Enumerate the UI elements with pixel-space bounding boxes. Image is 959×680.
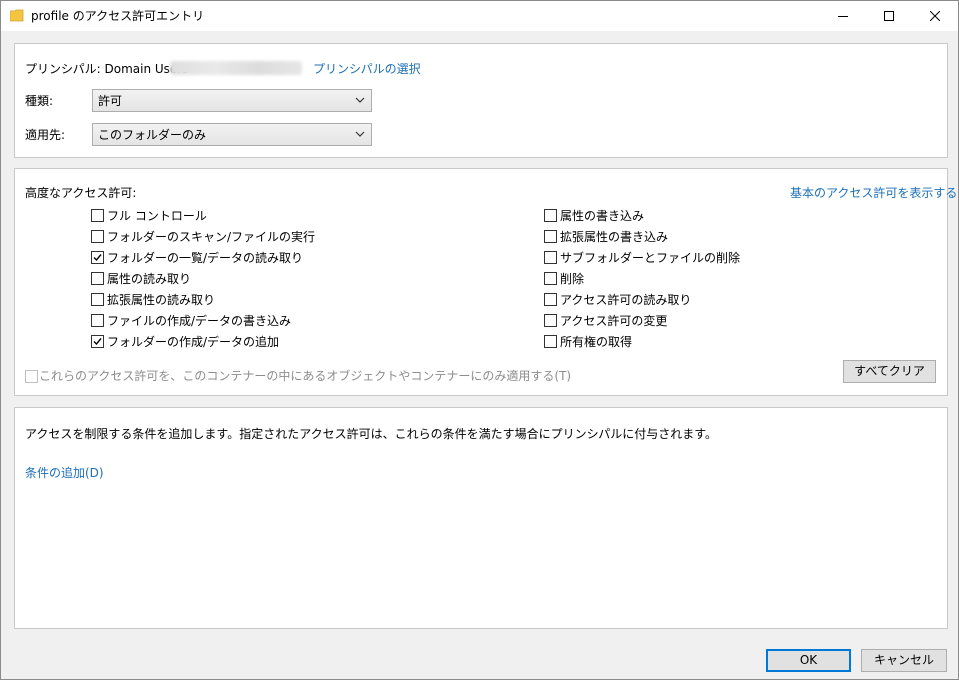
checkmark-icon bbox=[93, 254, 102, 262]
principal-panel: プリンシパル: Domain Users プリンシパルの選択 種類: 許可 適用… bbox=[14, 43, 948, 158]
permission-left-checkbox[interactable] bbox=[91, 230, 104, 243]
permission-left-label: 属性の読み取り bbox=[107, 272, 192, 286]
clear-all-button[interactable]: すべてクリア bbox=[843, 360, 936, 383]
permission-right-label: 属性の書き込み bbox=[560, 209, 645, 223]
applies-to-value: このフォルダーのみ bbox=[98, 128, 207, 142]
permission-left-checkbox[interactable] bbox=[91, 314, 104, 327]
permission-right-checkbox[interactable] bbox=[544, 335, 557, 348]
window-title: profile のアクセス許可エントリ bbox=[31, 9, 205, 23]
chevron-down-icon bbox=[355, 131, 365, 137]
permission-left-checkbox[interactable] bbox=[91, 335, 104, 348]
maximize-button[interactable] bbox=[866, 1, 912, 31]
permission-left-label: フォルダーの一覧/データの読み取り bbox=[107, 251, 304, 265]
conditions-description: アクセスを制限する条件を追加します。指定されたアクセス許可は、これらの条件を満た… bbox=[25, 427, 718, 441]
permission-left-label: ファイルの作成/データの書き込み bbox=[107, 314, 292, 328]
permission-entry-dialog: profile のアクセス許可エントリ プリンシパル: Domain Users… bbox=[0, 0, 959, 680]
permission-left-checkbox[interactable] bbox=[91, 209, 104, 222]
permission-left-checkbox[interactable] bbox=[91, 293, 104, 306]
minimize-icon bbox=[838, 16, 848, 17]
permission-right-checkbox[interactable] bbox=[544, 272, 557, 285]
permission-right-label: 削除 bbox=[560, 272, 585, 286]
type-label: 種類: bbox=[25, 94, 54, 108]
advanced-permissions-panel: 高度なアクセス許可: 基本のアクセス許可を表示する フル コントロールフォルダー… bbox=[14, 168, 957, 396]
checkmark-icon bbox=[93, 338, 102, 346]
add-condition-link[interactable]: 条件の追加(D) bbox=[25, 465, 104, 481]
applies-to-dropdown[interactable]: このフォルダーのみ bbox=[92, 123, 372, 146]
title-bar: profile のアクセス許可エントリ bbox=[1, 1, 958, 31]
minimize-button[interactable] bbox=[820, 1, 866, 31]
cancel-button[interactable]: キャンセル bbox=[861, 649, 947, 672]
ok-button[interactable]: OK bbox=[766, 649, 851, 672]
permission-right-label: アクセス許可の変更 bbox=[560, 314, 668, 328]
permission-right-checkbox[interactable] bbox=[544, 209, 557, 222]
permission-left-label: フォルダーのスキャン/ファイルの実行 bbox=[107, 230, 316, 244]
principal-label: プリンシパル: Domain Users bbox=[25, 62, 189, 76]
permission-right-checkbox[interactable] bbox=[544, 293, 557, 306]
permission-right-label: 所有権の取得 bbox=[560, 335, 633, 349]
close-icon bbox=[930, 11, 940, 21]
permission-right-checkbox[interactable] bbox=[544, 314, 557, 327]
maximize-icon bbox=[884, 11, 894, 21]
apply-only-checkbox[interactable] bbox=[25, 370, 38, 383]
apply-only-label: これらのアクセス許可を、このコンテナーの中にあるオブジェクトやコンテナーにのみ適… bbox=[39, 369, 572, 383]
chevron-down-icon bbox=[355, 97, 365, 103]
select-principal-link[interactable]: プリンシパルの選択 bbox=[313, 61, 421, 77]
permission-left-label: フォルダーの作成/データの追加 bbox=[107, 335, 280, 349]
permission-right-checkbox[interactable] bbox=[544, 230, 557, 243]
permission-right-checkbox[interactable] bbox=[544, 251, 557, 264]
permission-left-checkbox[interactable] bbox=[91, 251, 104, 264]
conditions-panel: アクセスを制限する条件を追加します。指定されたアクセス許可は、これらの条件を満た… bbox=[14, 407, 948, 629]
permission-right-label: 拡張属性の書き込み bbox=[560, 230, 669, 244]
folder-icon bbox=[9, 8, 24, 22]
type-dropdown[interactable]: 許可 bbox=[92, 89, 372, 112]
applies-to-label: 適用先: bbox=[25, 128, 66, 142]
permission-left-label: 拡張属性の読み取り bbox=[107, 293, 216, 307]
show-basic-permissions-link[interactable]: 基本のアクセス許可を表示する bbox=[790, 185, 957, 201]
redacted-principal-name bbox=[170, 61, 302, 75]
permission-right-label: サブフォルダーとファイルの削除 bbox=[560, 251, 741, 265]
permission-right-label: アクセス許可の読み取り bbox=[560, 293, 692, 307]
close-button[interactable] bbox=[912, 1, 958, 31]
advanced-permissions-heading: 高度なアクセス許可: bbox=[25, 186, 137, 200]
permission-left-checkbox[interactable] bbox=[91, 272, 104, 285]
permission-left-label: フル コントロール bbox=[107, 209, 207, 223]
type-value: 許可 bbox=[98, 94, 123, 108]
